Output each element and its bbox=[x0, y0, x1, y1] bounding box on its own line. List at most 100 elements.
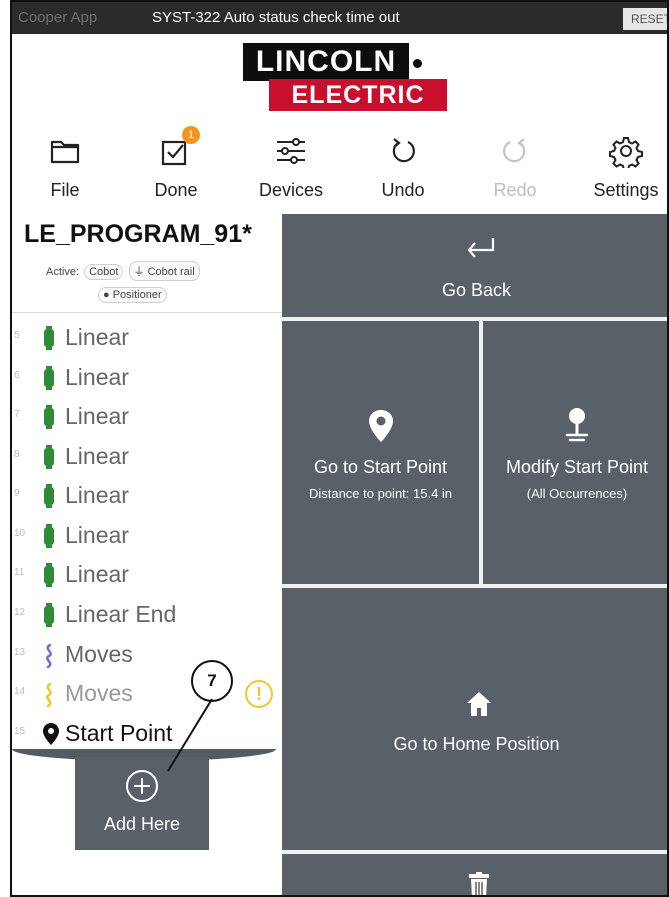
list-item[interactable]: 14 Moves bbox=[12, 674, 282, 712]
step-number: 12 bbox=[14, 607, 26, 618]
go-to-home-position-label: Go to Home Position bbox=[393, 734, 560, 754]
active-label: Active: bbox=[46, 266, 80, 278]
add-here-label: Add Here bbox=[103, 814, 181, 834]
settings-button[interactable]: Settings bbox=[581, 124, 667, 214]
devices-button[interactable]: Devices bbox=[246, 124, 336, 214]
go-to-home-position-button[interactable]: Go to Home Position bbox=[282, 588, 667, 850]
linear-weld-icon bbox=[44, 366, 54, 390]
positioner-icon: ● bbox=[103, 289, 113, 301]
lincoln-electric-logo: LINCOLN ELECTRIC bbox=[243, 43, 447, 111]
step-label: Linear bbox=[65, 403, 129, 429]
toolbar: File 1 Done Devices Undo Redo Settings bbox=[12, 124, 667, 214]
active-devices: Active: Cobot ⏚ Cobot rail bbox=[46, 261, 200, 281]
modify-start-point-button[interactable]: Modify Start Point (All Occurrences) bbox=[483, 321, 667, 584]
callout-number: 7 bbox=[191, 660, 233, 702]
go-back-label: Go Back bbox=[441, 280, 512, 300]
linear-weld-icon bbox=[44, 405, 54, 429]
linear-weld-icon bbox=[44, 445, 54, 469]
actions-panel: Go Back Go to Start Point Distance to po… bbox=[282, 214, 667, 895]
step-number: 9 bbox=[14, 488, 20, 499]
device-chip-cobot[interactable]: Cobot bbox=[84, 264, 124, 280]
linear-weld-icon bbox=[44, 484, 54, 508]
warning-icon[interactable]: ! bbox=[245, 680, 273, 708]
list-item[interactable]: 13 Moves bbox=[12, 635, 282, 673]
location-pin-icon bbox=[369, 410, 393, 442]
step-label: Linear bbox=[65, 364, 129, 390]
app-frame: Cooper App SYST-322 Auto status check ti… bbox=[10, 0, 669, 897]
settings-label: Settings bbox=[593, 180, 659, 200]
go-to-start-point-button[interactable]: Go to Start Point Distance to point: 15.… bbox=[282, 321, 479, 584]
device-chip-cobot-rail-label: Cobot rail bbox=[147, 266, 195, 278]
file-button[interactable]: File bbox=[20, 124, 110, 214]
step-label: Linear bbox=[65, 561, 129, 587]
registered-mark-icon bbox=[413, 59, 422, 68]
undo-button[interactable]: Undo bbox=[358, 124, 448, 214]
distance-to-point: Distance to point: 15.4 in bbox=[308, 486, 453, 501]
home-icon bbox=[467, 692, 491, 716]
step-label: Start Point bbox=[65, 720, 173, 746]
folder-icon bbox=[50, 140, 80, 164]
delete-button[interactable] bbox=[282, 854, 667, 895]
divider bbox=[12, 312, 282, 313]
program-panel: LE_PROGRAM_91* Active: Cobot ⏚ Cobot rai… bbox=[12, 214, 282, 895]
list-item[interactable]: 9 Linear bbox=[12, 476, 282, 514]
step-label: Moves bbox=[65, 680, 133, 706]
sliders-icon bbox=[277, 138, 305, 164]
linear-weld-icon bbox=[44, 603, 54, 627]
step-label: Linear End bbox=[65, 601, 177, 627]
list-item[interactable]: 10 Linear bbox=[12, 516, 282, 554]
devices-label: Devices bbox=[258, 180, 324, 200]
list-item[interactable]: 11 Linear bbox=[12, 555, 282, 593]
active-devices-line2: ● Positioner bbox=[96, 287, 167, 303]
moves-icon bbox=[46, 682, 52, 708]
step-number: 10 bbox=[14, 528, 26, 539]
redo-button[interactable]: Redo bbox=[470, 124, 560, 214]
status-message: SYST-322 Auto status check time out bbox=[152, 9, 400, 26]
gear-icon bbox=[609, 137, 643, 168]
logo-line2: ELECTRIC bbox=[269, 79, 447, 111]
linear-weld-icon bbox=[44, 563, 54, 587]
modify-start-point-label: Modify Start Point bbox=[505, 457, 649, 477]
logo-line1: LINCOLN bbox=[243, 43, 409, 81]
step-number: 8 bbox=[14, 449, 20, 460]
list-item[interactable]: 12 Linear End bbox=[12, 595, 282, 633]
go-to-start-point-label: Go to Start Point bbox=[313, 457, 448, 477]
step-label: Linear bbox=[65, 324, 129, 350]
step-label: Moves bbox=[65, 641, 133, 667]
step-number: 6 bbox=[14, 370, 20, 381]
list-item[interactable]: 5 Linear bbox=[12, 318, 282, 356]
redo-label: Redo bbox=[493, 180, 537, 200]
done-badge: 1 bbox=[182, 126, 200, 144]
list-item[interactable]: 7 Linear bbox=[12, 397, 282, 435]
title-bar: Cooper App SYST-322 Auto status check ti… bbox=[12, 2, 667, 34]
done-label: Done bbox=[154, 180, 198, 200]
list-item[interactable]: 6 Linear bbox=[12, 358, 282, 396]
app-name: Cooper App bbox=[18, 9, 98, 26]
program-title: LE_PROGRAM_91* bbox=[24, 220, 252, 248]
trash-icon bbox=[469, 872, 489, 895]
redo-icon bbox=[503, 138, 526, 163]
reset-button[interactable]: RESET bbox=[623, 8, 667, 30]
undo-icon bbox=[392, 138, 415, 163]
device-chip-cobot-rail[interactable]: ⏚ Cobot rail bbox=[128, 261, 200, 281]
list-item[interactable]: 8 Linear bbox=[12, 437, 282, 475]
go-back-button[interactable]: Go Back bbox=[282, 214, 667, 317]
step-number: 5 bbox=[14, 330, 20, 341]
list-item[interactable]: 15 Start Point bbox=[12, 714, 282, 752]
done-button[interactable]: 1 Done bbox=[131, 124, 221, 214]
device-chip-positioner-label: Positioner bbox=[112, 289, 162, 301]
step-number: 13 bbox=[14, 647, 26, 658]
plus-circle-icon bbox=[126, 770, 158, 802]
step-label: Linear bbox=[65, 522, 129, 548]
moves-icon bbox=[46, 643, 52, 669]
step-number: 11 bbox=[14, 567, 25, 578]
pin-modify-icon bbox=[565, 408, 589, 442]
linear-weld-icon bbox=[44, 524, 54, 548]
linear-weld-icon bbox=[44, 326, 54, 350]
step-label: Linear bbox=[65, 443, 129, 469]
undo-label: Undo bbox=[381, 180, 425, 200]
device-chip-positioner[interactable]: ● Positioner bbox=[98, 287, 167, 303]
all-occurrences-note: (All Occurrences) bbox=[526, 486, 628, 501]
location-pin-icon bbox=[43, 723, 59, 745]
rail-icon: ⏚ bbox=[133, 266, 148, 278]
